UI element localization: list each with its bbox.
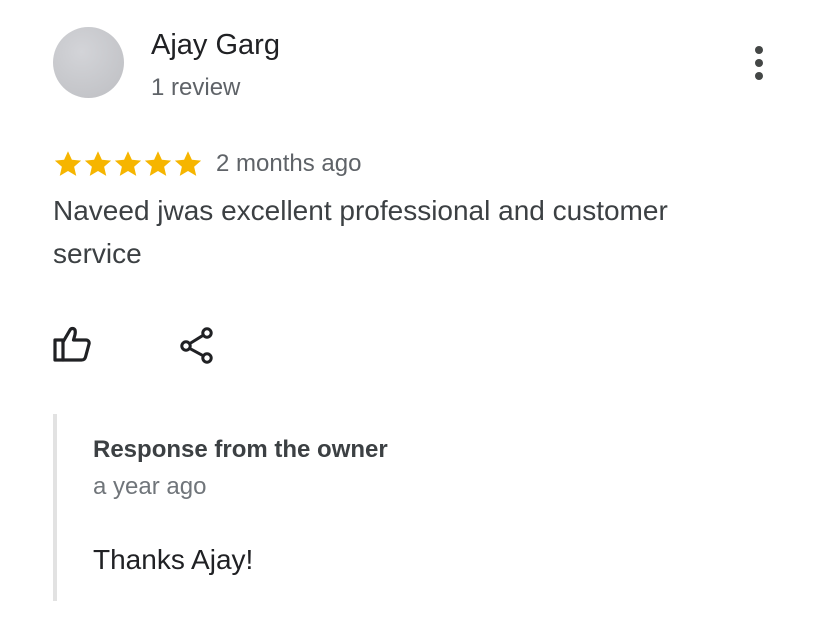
star-icon xyxy=(54,151,82,176)
more-vertical-icon-dot xyxy=(755,72,763,80)
star-icon xyxy=(84,151,112,176)
reviewer-review-count: 1 review xyxy=(151,74,241,101)
avatar[interactable] xyxy=(53,27,124,98)
review-text: Naveed jwas excellent professional and c… xyxy=(53,195,668,269)
owner-response-title: Response from the owner xyxy=(93,436,388,463)
rating-row: 2 months ago xyxy=(53,146,361,182)
more-vertical-icon-dot xyxy=(755,59,763,67)
star-rating xyxy=(53,149,203,179)
share-button[interactable] xyxy=(178,325,218,365)
review-date: 2 months ago xyxy=(216,150,362,177)
more-vertical-icon xyxy=(755,46,763,54)
star-icon xyxy=(144,151,172,176)
star-icon xyxy=(174,151,202,176)
like-button[interactable] xyxy=(51,322,95,366)
owner-response-text: Thanks Ajay! xyxy=(93,544,254,575)
share-icon xyxy=(180,327,213,364)
owner-response: Response from the owner a year ago Thank… xyxy=(53,414,773,601)
more-options-button[interactable] xyxy=(744,44,774,82)
reviewer-name[interactable]: Ajay Garg xyxy=(151,28,280,62)
star-icon xyxy=(114,151,142,176)
owner-response-date: a year ago xyxy=(93,473,207,500)
thumbs-up-icon xyxy=(53,326,91,362)
